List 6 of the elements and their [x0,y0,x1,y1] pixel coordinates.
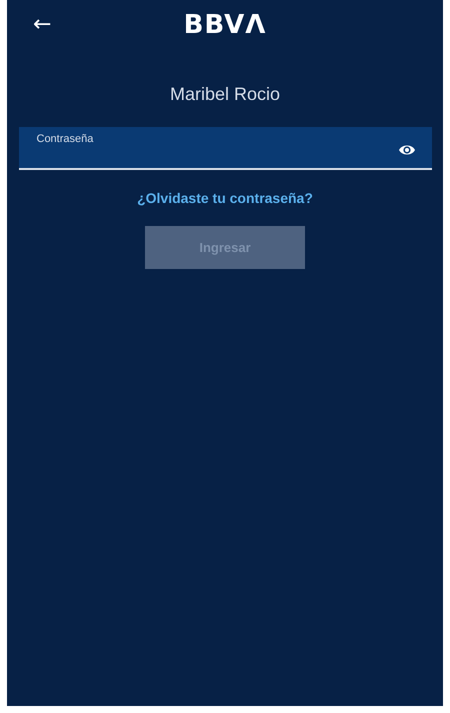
password-field[interactable]: Contraseña [18,127,432,170]
forgot-password-link[interactable]: ¿Olvidaste tu contraseña? [137,190,313,206]
eye-icon[interactable] [398,143,416,157]
user-name: Maribel Rocio [170,84,280,105]
back-button[interactable]: ← [33,12,52,37]
logo: BBVΛ [184,10,266,40]
